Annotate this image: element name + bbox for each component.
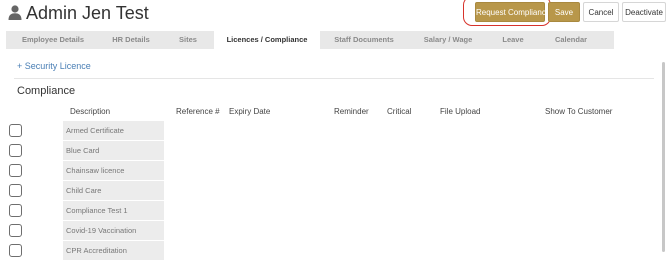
cancel-button[interactable]: Cancel [583,2,619,22]
page-title: Admin Jen Test [26,3,149,23]
tab-licences-compliance[interactable]: Licences / Compliance [214,31,320,50]
compliance-row: Child Care [0,181,670,201]
tab-employee-details[interactable]: Employee Details [6,31,100,49]
column-header-show-to-customer: Show To Customer [545,107,613,116]
compliance-row: CPR Accreditation [0,241,670,260]
column-header-reference: Reference # [176,107,220,116]
compliance-item-description: CPR Accreditation [63,241,164,260]
tab-sites[interactable]: Sites [162,31,214,49]
compliance-row: Blue Card [0,141,670,161]
request-compliance-button[interactable]: Request Compliance [475,2,550,22]
column-header-reminder: Reminder [334,107,369,116]
column-header-critical: Critical [387,107,412,116]
compliance-row: Chainsaw licence [0,161,670,181]
deactivate-button[interactable]: Deactivate [622,2,666,22]
user-icon [8,5,22,20]
tab-calendar[interactable]: Calendar [538,31,604,49]
compliance-item-description: Armed Certificate [63,121,164,141]
save-button[interactable]: Save [548,2,580,22]
compliance-item-description: Child Care [63,181,164,201]
compliance-row: Covid-19 Vaccination [0,221,670,241]
row-checkbox[interactable] [9,244,22,257]
compliance-item-description: Compliance Test 1 [63,201,164,221]
divider [14,78,654,79]
column-header-description: Description [70,107,111,116]
compliance-section-title: Compliance [17,85,76,97]
compliance-row: Armed Certificate [0,121,670,141]
tab-staff-documents[interactable]: Staff Documents [320,31,408,49]
row-checkbox[interactable] [9,144,22,157]
row-checkbox[interactable] [9,124,22,137]
tab-hr-details[interactable]: HR Details [100,31,162,49]
row-checkbox[interactable] [9,164,22,177]
add-security-licence-link[interactable]: + Security Licence [17,61,91,71]
tab-bar: Employee Details HR Details Sites Licenc… [6,31,614,50]
row-checkbox[interactable] [9,204,22,217]
column-header-expiry-date: Expiry Date [229,107,271,116]
compliance-item-description: Blue Card [63,141,164,161]
tab-salary-wage[interactable]: Salary / Wage [408,31,488,49]
row-checkbox[interactable] [9,224,22,237]
compliance-row: Compliance Test 1 [0,201,670,221]
column-header-file-upload: File Upload [440,107,481,116]
tab-leave[interactable]: Leave [488,31,538,49]
compliance-item-description: Chainsaw licence [63,161,164,181]
compliance-item-description: Covid-19 Vaccination [63,221,164,241]
row-checkbox[interactable] [9,184,22,197]
